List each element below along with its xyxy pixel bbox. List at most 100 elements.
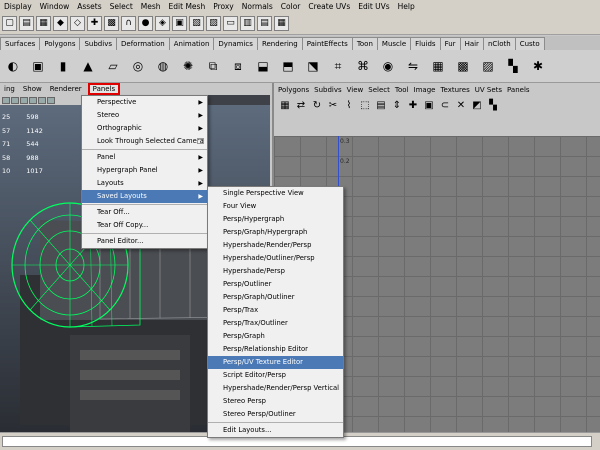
render-settings-icon[interactable]: ▨ xyxy=(206,15,221,31)
menu-option[interactable]: Persp/Graph xyxy=(208,330,343,343)
select-object-icon[interactable]: ◇ xyxy=(70,15,85,31)
shelf-tab[interactable]: Fur xyxy=(439,37,461,50)
shelf-tab[interactable]: Fluids xyxy=(410,37,441,50)
menu-item[interactable]: Window xyxy=(36,2,74,11)
combine-icon[interactable]: ⧉ xyxy=(202,55,224,77)
cone-icon[interactable]: ▲ xyxy=(77,55,99,77)
menu-option[interactable]: Stereo Persp xyxy=(208,395,343,408)
plane-icon[interactable]: ▱ xyxy=(102,55,124,77)
menu-option[interactable]: Persp/Graph/Hypergraph xyxy=(208,226,343,239)
option-box-icon[interactable] xyxy=(197,138,204,144)
shelf-tab[interactable]: PaintEffects xyxy=(301,37,353,50)
uv-menu-item[interactable]: Subdivs xyxy=(314,86,347,94)
menu-option[interactable]: Orthographic ▶ xyxy=(82,122,207,135)
shelf-tab[interactable]: Toon xyxy=(351,37,378,50)
uv-snap-icon[interactable]: ✚ xyxy=(406,98,420,112)
extrude-icon[interactable]: ⬓ xyxy=(252,55,274,77)
menu-item[interactable]: Display xyxy=(0,2,36,11)
uv-cut-icon[interactable]: ✂ xyxy=(326,98,340,112)
shelf-tab[interactable]: nCloth xyxy=(482,37,516,50)
menu-option[interactable]: Hypershade/Render/Persp Vertical xyxy=(208,382,343,395)
menu-item[interactable]: Edit Mesh xyxy=(165,2,210,11)
menu-option[interactable]: Hypershade/Persp xyxy=(208,265,343,278)
uv-align-icon[interactable]: ⇕ xyxy=(390,98,404,112)
uv-menu-item[interactable]: Panels xyxy=(507,86,535,94)
menu-option[interactable]: Single Perspective View xyxy=(208,187,343,200)
checker-icon[interactable]: ▚ xyxy=(502,55,524,77)
textured-icon[interactable] xyxy=(29,96,37,104)
input-line-icon[interactable]: ▭ xyxy=(223,15,238,31)
menu-option[interactable]: Stereo ▶ xyxy=(82,109,207,122)
menu-option[interactable]: Tear Off Copy... xyxy=(82,219,207,232)
save-scene-icon[interactable]: ▦ xyxy=(36,15,51,31)
left-menu-item-panels[interactable]: Panels xyxy=(87,83,121,95)
snap-curve-icon[interactable]: ∩ xyxy=(121,15,136,31)
menu-option[interactable]: Persp/Graph/Outliner xyxy=(208,291,343,304)
snap-point-icon[interactable]: ● xyxy=(138,15,153,31)
menu-option[interactable]: Saved Layouts ▶ xyxy=(82,190,207,203)
insert-edge-icon[interactable]: ⌘ xyxy=(352,55,374,77)
menu-option[interactable]: Tear Off... xyxy=(82,206,207,219)
attribute-editor-icon[interactable]: ▥ xyxy=(240,15,255,31)
left-menu-item-show[interactable]: Show xyxy=(19,85,46,93)
sphere-icon[interactable]: ◐ xyxy=(2,55,24,77)
shelf-tab[interactable]: Rendering xyxy=(256,37,303,50)
pipe-icon[interactable]: ◍ xyxy=(152,55,174,77)
render-icon[interactable]: ▣ xyxy=(172,15,187,31)
menu-option[interactable]: Panel Editor... xyxy=(82,235,207,248)
helix-icon[interactable]: ✺ xyxy=(177,55,199,77)
smooth-icon[interactable]: ◉ xyxy=(377,55,399,77)
menu-item[interactable]: Color xyxy=(277,2,305,11)
uv-texture-editor-icon[interactable]: ▨ xyxy=(477,55,499,77)
menu-item[interactable]: Help xyxy=(394,2,419,11)
uv-layout-icon[interactable]: ▤ xyxy=(374,98,388,112)
separate-icon[interactable]: ⧈ xyxy=(227,55,249,77)
uv-menu-item[interactable]: Polygons xyxy=(278,86,314,94)
menu-option[interactable]: Persp/Hypergraph xyxy=(208,213,343,226)
menu-option[interactable]: Hypergraph Panel ▶ xyxy=(82,164,207,177)
uv-checker-icon[interactable]: ▚ xyxy=(486,98,500,112)
menu-item[interactable]: Mesh xyxy=(137,2,165,11)
shelf-tab[interactable]: Deformation xyxy=(116,37,170,50)
menu-option[interactable]: Edit Layouts... xyxy=(208,424,343,437)
cylinder-icon[interactable]: ▮ xyxy=(52,55,74,77)
uv-normalize-icon[interactable]: ▣ xyxy=(422,98,436,112)
shelf-tab[interactable]: Dynamics xyxy=(213,37,258,50)
torus-icon[interactable]: ◎ xyxy=(127,55,149,77)
uv-planar-icon[interactable]: ▦ xyxy=(427,55,449,77)
smooth-shade-icon[interactable] xyxy=(20,96,28,104)
menu-item[interactable]: Create UVs xyxy=(304,2,354,11)
uv-rotate-icon[interactable]: ↻ xyxy=(310,98,324,112)
new-scene-icon[interactable]: ▢ xyxy=(2,15,17,31)
shelf-tab[interactable]: Animation xyxy=(168,37,215,50)
menu-option[interactable]: Persp/Trax xyxy=(208,304,343,317)
menu-option[interactable]: Panel ▶ xyxy=(82,151,207,164)
uv-magnet-icon[interactable]: ⊂ xyxy=(438,98,452,112)
shelf-tab[interactable]: Custo xyxy=(514,37,545,50)
menu-option[interactable]: Persp/UV Texture Editor xyxy=(208,356,343,369)
uv-menu-item[interactable]: View xyxy=(347,86,369,94)
shelf-tab[interactable]: Subdivs xyxy=(79,37,117,50)
bridge-icon[interactable]: ⬒ xyxy=(277,55,299,77)
uv-flip-icon[interactable]: ⇄ xyxy=(294,98,308,112)
shelf-tab[interactable]: Surfaces xyxy=(0,37,41,50)
uv-menu-item[interactable]: Select xyxy=(368,86,395,94)
mirror-icon[interactable]: ⇋ xyxy=(402,55,424,77)
menu-option[interactable]: Script Editor/Persp xyxy=(208,369,343,382)
menu-option[interactable]: Persp/Outliner xyxy=(208,278,343,291)
uv-auto-icon[interactable]: ▩ xyxy=(452,55,474,77)
open-scene-icon[interactable]: ▤ xyxy=(19,15,34,31)
shelf-tab[interactable]: Polygons xyxy=(39,37,81,50)
append-icon[interactable]: ⬔ xyxy=(302,55,324,77)
menu-item[interactable]: Assets xyxy=(73,2,105,11)
shelf-tab[interactable]: Muscle xyxy=(376,37,412,50)
uv-menu-item[interactable]: Image xyxy=(414,86,441,94)
menu-option[interactable]: Hypershade/Render/Persp xyxy=(208,239,343,252)
reflection-icon[interactable]: ✱ xyxy=(527,55,549,77)
split-icon[interactable]: ⌗ xyxy=(327,55,349,77)
select-component-icon[interactable]: ✚ xyxy=(87,15,102,31)
tool-settings-icon[interactable]: ▦ xyxy=(274,15,289,31)
menu-item[interactable]: Normals xyxy=(238,2,277,11)
snap-grid-icon[interactable]: ▩ xyxy=(104,15,119,31)
uv-sew-icon[interactable]: ⌇ xyxy=(342,98,356,112)
